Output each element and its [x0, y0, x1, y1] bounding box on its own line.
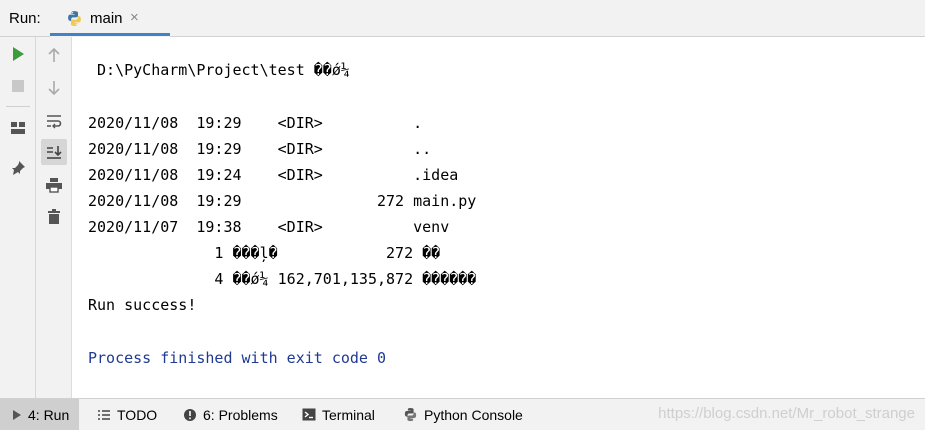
python-console-icon [404, 407, 417, 422]
info-icon [184, 408, 196, 421]
scroll-down-button[interactable] [41, 75, 67, 101]
arrow-down-icon [48, 81, 60, 96]
watermark: https://blog.csdn.net/Mr_robot_strange [658, 405, 915, 422]
run-toolbar [0, 37, 36, 398]
console-line: 2020/11/08 19:29 <DIR> .. [88, 140, 432, 158]
run-label: Run: [9, 10, 41, 27]
layout-button[interactable] [5, 115, 31, 141]
pin-tab-button[interactable] [5, 155, 31, 181]
console-toolbar [36, 37, 72, 398]
console-line: 2020/11/08 19:29 <DIR> . [88, 114, 423, 132]
console-output[interactable]: D:\PyCharm\Project\test ��ǿ¼ 2020/11/08 … [72, 37, 925, 398]
bottom-tab-problems[interactable]: 6: Problems [183, 399, 278, 430]
console-line: 2020/11/08 19:29 272 main.py [88, 192, 477, 210]
trash-icon [48, 209, 60, 224]
toolbar-divider [6, 106, 30, 107]
rerun-button[interactable] [5, 41, 31, 67]
play-icon [13, 409, 21, 420]
tab-main-label: main [90, 10, 123, 27]
bottom-tab-terminal-label: Terminal [322, 406, 375, 423]
stop-button[interactable] [5, 73, 31, 99]
scroll-up-button[interactable] [41, 42, 67, 68]
bottom-tab-todo-label: TODO [117, 406, 158, 423]
tool-window-bar: 4: Run TODO 6: Problems Terminal Python … [0, 398, 925, 430]
tab-active-indicator [50, 33, 170, 36]
python-icon [68, 11, 81, 26]
console-line: Run success! [88, 296, 197, 314]
scroll-to-end-icon [47, 146, 62, 159]
arrow-up-icon [48, 47, 60, 62]
pin-icon [12, 161, 25, 175]
bottom-tab-python-console-label: Python Console [424, 406, 523, 423]
run-toolwindow-header: Run: main × [0, 0, 925, 37]
bottom-tab-python-console[interactable]: Python Console [403, 399, 523, 430]
bottom-tab-run-label: 4: Run [28, 406, 70, 423]
soft-wrap-icon [47, 115, 62, 129]
stop-icon [12, 80, 24, 92]
print-button[interactable] [41, 172, 67, 198]
tab-main[interactable]: main × [50, 0, 170, 37]
bottom-tab-run[interactable]: 4: Run [0, 399, 80, 430]
scroll-to-end-button[interactable] [41, 139, 67, 165]
bottom-tab-terminal[interactable]: Terminal [302, 399, 375, 430]
console-line: 2020/11/08 19:24 <DIR> .idea [88, 166, 459, 184]
exit-code-line: Process finished with exit code 0 [88, 349, 387, 367]
soft-wrap-button[interactable] [41, 108, 67, 134]
bottom-tab-todo[interactable]: TODO [97, 399, 157, 430]
print-icon [46, 178, 62, 193]
console-line: 4 ��ǿ¼ 162,701,135,872 ������ [88, 270, 477, 288]
console-line: 2020/11/07 19:38 <DIR> venv [88, 218, 450, 236]
bottom-tab-problems-label: 6: Problems [203, 406, 278, 423]
play-icon [13, 47, 24, 61]
terminal-icon [302, 408, 316, 421]
close-icon[interactable]: × [130, 9, 139, 26]
console-line: D:\PyCharm\Project\test ��ǿ¼ [88, 61, 350, 79]
layout-icon [11, 122, 25, 134]
clear-all-button[interactable] [41, 204, 67, 230]
list-icon [98, 409, 110, 420]
console-line: 1 ���ļ� 272 �� [88, 244, 441, 262]
